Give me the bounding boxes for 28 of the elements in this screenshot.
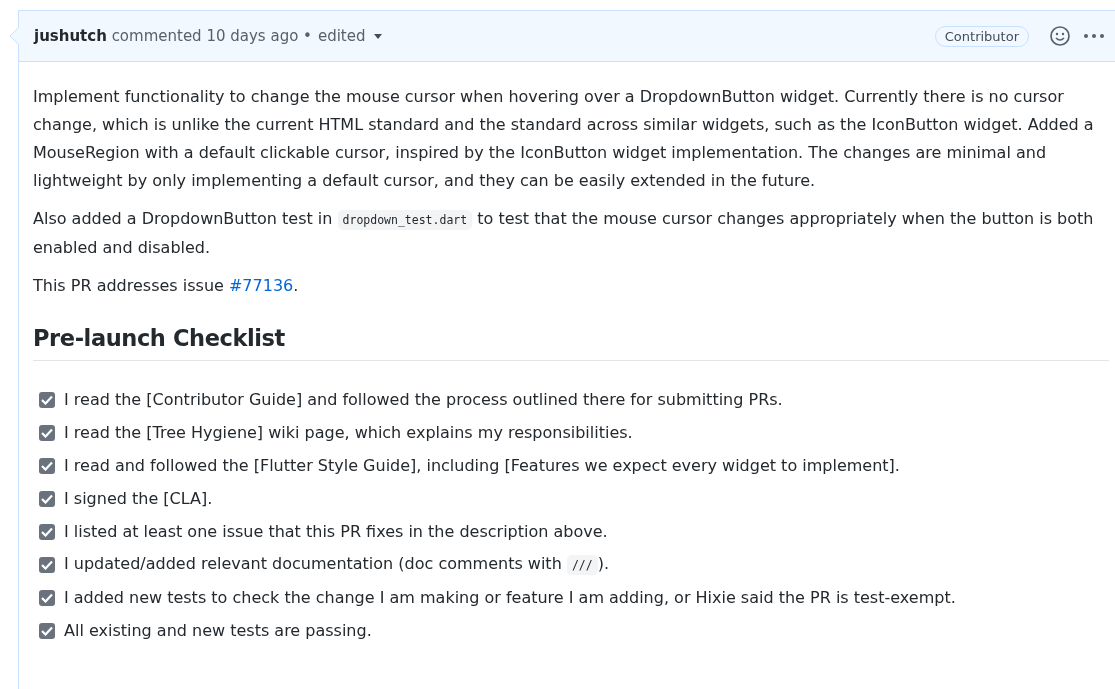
inline-code: /// (566, 555, 598, 576)
checklist-item-text: I read the [Contributor Guide] and followed the process outlined there for submitting PRs. (64, 388, 783, 411)
more-options-icon[interactable] (1083, 33, 1105, 39)
paragraph: Also added a DropdownButton test in dropdown_test.dart to test that the mouse cursor changes appropriately when the button is both enabled and disabled. (33, 208, 1095, 259)
checklist-item-text: I added new tests to check the change I am making or feature I am adding, or Hixie said the PR is test-exempt. (64, 586, 956, 609)
paragraph: Implement functionality to change the mouse cursor when hovering over a DropdownButton widget. Currently there is no cursor change, which is unlike the current HTML standard and the standard across similar widgets, such as the IconButton widget. Added a MouseRegion with a default clickable cursor, inspired by the IconButton widget implementation. The changes are minimal and lightweight by only implementing a default cursor, and they can be easily extended in the future. (33, 86, 1095, 192)
issue-link[interactable]: #77136 (228, 276, 294, 295)
checklist-item-text: I updated/added relevant documentation (doc comments with /// ). (64, 553, 609, 578)
checkbox[interactable] (39, 589, 55, 606)
comment-meta: jushutch commented 10 days ago • (34, 27, 312, 45)
checklist-item-text: I read and followed the [Flutter Style Guide], including [Features we expect every widget to implement]. (64, 454, 900, 477)
checkbox[interactable] (39, 424, 55, 441)
caret-icon (373, 33, 382, 39)
smiley-icon[interactable] (1049, 25, 1071, 47)
checklist-item-text: All existing and new tests are passing. (64, 619, 372, 642)
section-heading: Pre-launch Checklist (33, 324, 1109, 362)
checkbox[interactable] (39, 622, 55, 639)
checkbox[interactable] (39, 523, 55, 540)
checkbox[interactable] (39, 556, 55, 573)
checkbox[interactable] (39, 391, 55, 408)
checklist-item-text: I listed at least one issue that this PR fixes in the description above. (64, 520, 608, 543)
edited-dropdown[interactable]: edited (317, 27, 382, 45)
checkbox[interactable] (39, 457, 55, 474)
checkbox[interactable] (39, 490, 55, 507)
checklist-item-text: I read the [Tree Hygiene] wiki page, which explains my responsibilities. (64, 421, 633, 444)
checklist-item-text: I signed the [CLA]. (64, 487, 213, 510)
inline-code: dropdown_test.dart (337, 210, 473, 230)
paragraph: This PR addresses issue #77136. (33, 275, 300, 297)
